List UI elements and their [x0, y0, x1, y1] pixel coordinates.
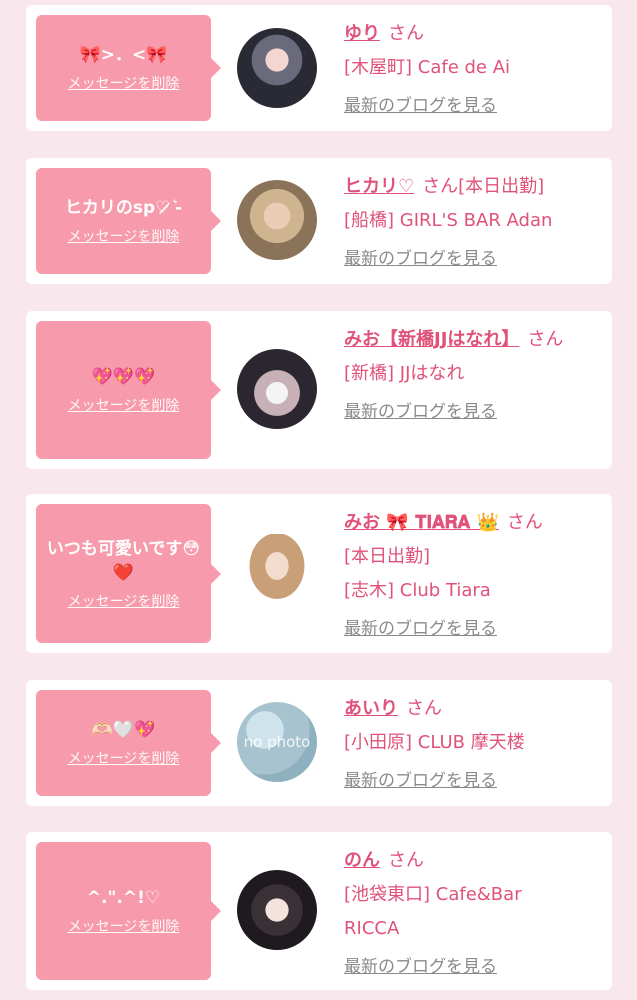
cast-name-link[interactable]: のん — [344, 850, 380, 871]
shop-label: [船橋] GIRL'S BAR Adan — [344, 210, 553, 231]
delete-message-link[interactable]: メッセージを削除 — [68, 748, 180, 768]
message-card: ヒカリのsp♡̷̷̷ ͛- メッセージを削除 ヒカリ♡ さん[本日出勤] [船橋]… — [26, 158, 612, 284]
message-bubble: ^.".^!♡ メッセージを削除 — [36, 842, 221, 980]
shop-label: [小田原] CLUB 摩天楼 — [344, 732, 525, 753]
latest-blog-link[interactable]: 最新のブログを見る — [344, 950, 598, 984]
message-text: ヒカリのsp♡̷̷̷ ͛- — [64, 198, 183, 218]
working-today-badge: [本日出勤] — [458, 176, 545, 197]
shop-label-continued: RICCA — [344, 918, 400, 939]
honorific: さん — [506, 512, 543, 533]
honorific: さん — [527, 329, 564, 350]
message-card: いつも可愛いです😳❤️ メッセージを削除 みお 🎀 𝐓𝐈𝐀𝐑𝐀 👑 さん [本日出… — [26, 494, 612, 653]
cast-name-link[interactable]: ゆり — [344, 23, 380, 44]
no-photo-label: no photo — [243, 733, 311, 751]
delete-message-link[interactable]: メッセージを削除 — [68, 591, 180, 611]
shop-label: [木屋町] Cafe de Ai — [344, 57, 511, 78]
latest-blog-link[interactable]: 最新のブログを見る — [344, 89, 598, 123]
latest-blog-link[interactable]: 最新のブログを見る — [344, 242, 598, 276]
cast-info: みお 🎀 𝐓𝐈𝐀𝐑𝐀 👑 さん [本日出勤] [志木] Club Tiara 最新… — [344, 506, 598, 646]
shop-label: [新橋] JJはなれ — [344, 363, 465, 384]
message-bubble: ヒカリのsp♡̷̷̷ ͛- メッセージを削除 — [36, 168, 221, 274]
message-bubble: 🎀>．<🎀 メッセージを削除 — [36, 15, 221, 121]
delete-message-link[interactable]: メッセージを削除 — [68, 916, 180, 936]
message-card: 🎀>．<🎀 メッセージを削除 ゆり さん [木屋町] Cafe de Ai 最新の… — [26, 5, 612, 131]
honorific: さん — [406, 698, 442, 719]
honorific: さん — [388, 23, 424, 44]
message-text: ^.".^!♡ — [86, 888, 161, 908]
cast-name-link[interactable]: みお 🎀 𝐓𝐈𝐀𝐑𝐀 👑 — [344, 512, 499, 533]
honorific: さん — [422, 176, 459, 197]
shop-label: [池袋東口] Cafe&Bar — [344, 884, 522, 905]
avatar[interactable] — [237, 28, 317, 108]
cast-name-link[interactable]: みお【新橋JJはなれ】 — [344, 329, 519, 350]
message-text: 🎀>．<🎀 — [79, 45, 168, 65]
avatar[interactable] — [237, 349, 317, 429]
message-text: 🫶🏻🤍💖 — [91, 720, 156, 740]
delete-message-link[interactable]: メッセージを削除 — [68, 73, 180, 93]
cast-info: みお【新橋JJはなれ】 さん [新橋] JJはなれ 最新のブログを見る — [344, 323, 598, 429]
latest-blog-link[interactable]: 最新のブログを見る — [344, 612, 598, 646]
message-card: 💖💖💖 メッセージを削除 みお【新橋JJはなれ】 さん [新橋] JJはなれ 最新… — [26, 311, 612, 469]
message-card: 🫶🏻🤍💖 メッセージを削除 no photo あいり さん [小田原] CLUB … — [26, 680, 612, 806]
cast-info: あいり さん [小田原] CLUB 摩天楼 最新のブログを見る — [344, 692, 598, 798]
avatar[interactable] — [237, 534, 317, 614]
delete-message-link[interactable]: メッセージを削除 — [68, 226, 180, 246]
message-text: いつも可愛いです😳❤️ — [46, 538, 201, 583]
message-bubble: 💖💖💖 メッセージを削除 — [36, 321, 221, 459]
message-card: ^.".^!♡ メッセージを削除 のん さん [池袋東口] Cafe&Bar RI… — [26, 832, 612, 990]
delete-message-link[interactable]: メッセージを削除 — [68, 395, 180, 415]
shop-label: [志木] Club Tiara — [344, 580, 491, 601]
cast-name-link[interactable]: あいり — [344, 698, 398, 719]
cast-info: のん さん [池袋東口] Cafe&Bar RICCA 最新のブログを見る — [344, 844, 598, 984]
honorific: さん — [388, 850, 424, 871]
message-bubble: 🫶🏻🤍💖 メッセージを削除 — [36, 690, 221, 796]
cast-info: ゆり さん [木屋町] Cafe de Ai 最新のブログを見る — [344, 17, 598, 123]
cast-info: ヒカリ♡ さん[本日出勤] [船橋] GIRL'S BAR Adan 最新のブログ… — [344, 170, 598, 276]
working-today-badge: [本日出勤] — [344, 546, 431, 567]
cast-name-link[interactable]: ヒカリ♡ — [344, 176, 414, 197]
latest-blog-link[interactable]: 最新のブログを見る — [344, 764, 598, 798]
message-text: 💖💖💖 — [91, 367, 156, 387]
latest-blog-link[interactable]: 最新のブログを見る — [344, 395, 598, 429]
message-bubble: いつも可愛いです😳❤️ メッセージを削除 — [36, 504, 221, 643]
avatar[interactable] — [237, 180, 317, 260]
no-photo-avatar[interactable]: no photo — [237, 702, 317, 782]
avatar[interactable] — [237, 870, 317, 950]
